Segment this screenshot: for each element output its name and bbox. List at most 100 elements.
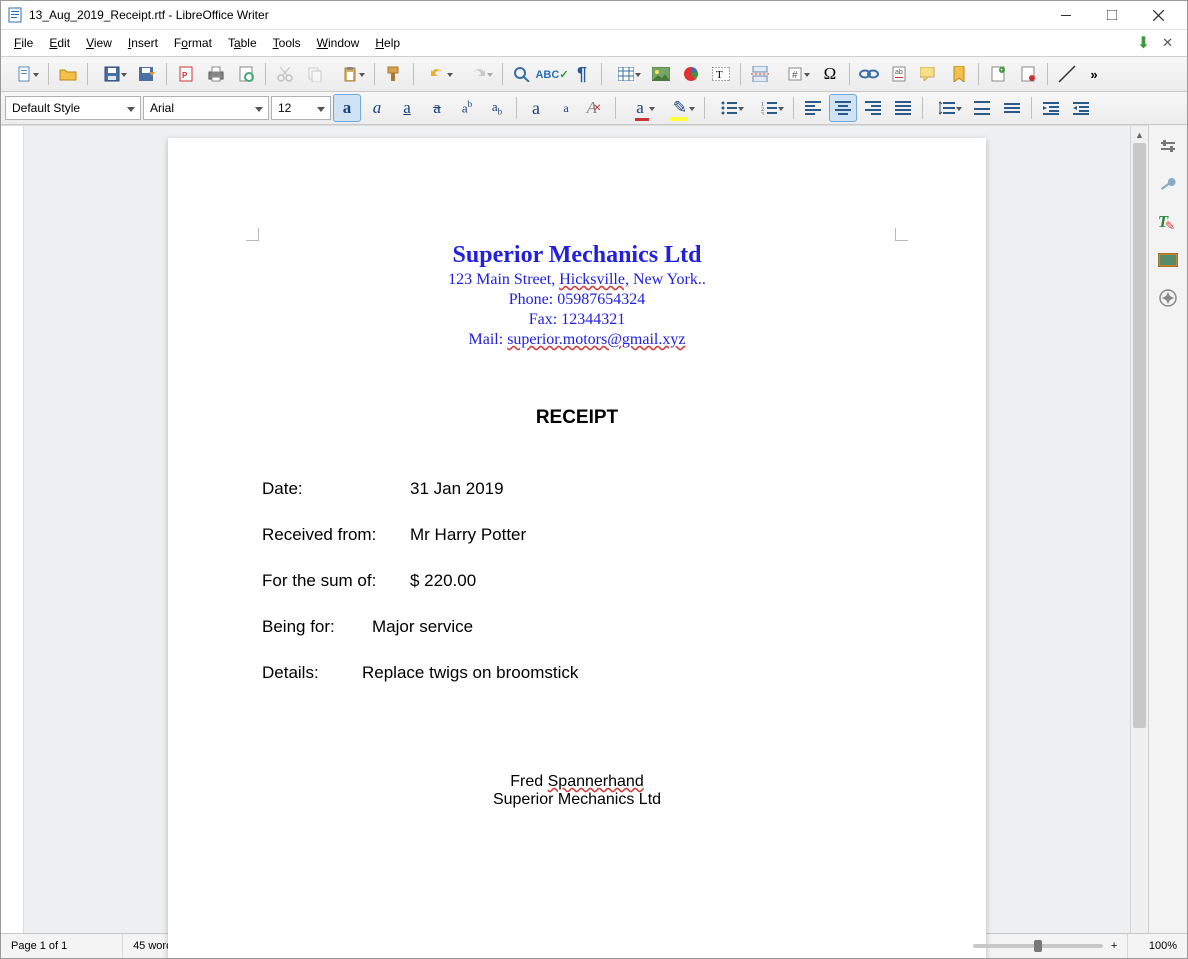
maximize-button[interactable]: [1089, 1, 1135, 29]
strikethrough-button[interactable]: a: [423, 94, 451, 122]
menu-window[interactable]: Window: [310, 33, 367, 53]
paste-button[interactable]: [331, 60, 369, 88]
increase-indent-button[interactable]: [1037, 94, 1065, 122]
hyperlink-button[interactable]: [855, 60, 883, 88]
sidebar-navigator-icon[interactable]: [1153, 283, 1183, 313]
shrink-font-button[interactable]: a: [552, 94, 580, 122]
align-left-button[interactable]: [799, 94, 827, 122]
insert-image-button[interactable]: [647, 60, 675, 88]
menu-insert[interactable]: Insert: [121, 33, 165, 53]
bullet-list-button[interactable]: [710, 94, 748, 122]
align-center-button[interactable]: [829, 94, 857, 122]
line-button[interactable]: [1053, 60, 1081, 88]
sidebar-properties-icon[interactable]: [1153, 169, 1183, 199]
menu-view[interactable]: View: [79, 33, 119, 53]
undo-button[interactable]: [419, 60, 457, 88]
vertical-ruler[interactable]: [1, 126, 24, 959]
formatting-marks-button[interactable]: ¶: [568, 60, 596, 88]
open-button[interactable]: [54, 60, 82, 88]
separator: [1047, 63, 1048, 85]
company-phone[interactable]: Phone: 05987654324: [262, 291, 892, 309]
company-address[interactable]: 123 Main Street, Hicksville, New York..: [262, 271, 892, 289]
sidebar-gallery-icon[interactable]: [1153, 245, 1183, 275]
menu-file[interactable]: File: [7, 33, 40, 53]
company-fax[interactable]: Fax: 12344321: [262, 311, 892, 329]
subscript-button[interactable]: ab: [483, 94, 511, 122]
clear-formatting-button[interactable]: A✕: [582, 94, 610, 122]
zoom-slider-thumb[interactable]: [1034, 940, 1042, 952]
separator: [413, 63, 414, 85]
insert-comment-button[interactable]: [915, 60, 943, 88]
clone-formatting-button[interactable]: [380, 60, 408, 88]
number-list-button[interactable]: 123: [750, 94, 788, 122]
close-button[interactable]: [1135, 1, 1181, 29]
italic-button[interactable]: a: [363, 94, 391, 122]
menu-format[interactable]: Format: [167, 33, 219, 53]
document-area[interactable]: Superior Mechanics Ltd 123 Main Street, …: [24, 126, 1130, 959]
field-row: Details:Replace twigs on broomstick: [262, 663, 892, 683]
decrease-indent-button[interactable]: [1067, 94, 1095, 122]
align-right-button[interactable]: [859, 94, 887, 122]
underline-button[interactable]: a: [393, 94, 421, 122]
scroll-track[interactable]: [1131, 143, 1148, 959]
insert-chart-button[interactable]: [677, 60, 705, 88]
line-spacing-button[interactable]: [928, 94, 966, 122]
separator: [922, 97, 923, 119]
page-break-button[interactable]: [746, 60, 774, 88]
spellcheck-button[interactable]: ABC✓: [538, 60, 566, 88]
superscript-button[interactable]: ab: [453, 94, 481, 122]
print-button[interactable]: [202, 60, 230, 88]
para-space-increase-button[interactable]: [968, 94, 996, 122]
find-replace-button[interactable]: [508, 60, 536, 88]
font-color-button[interactable]: a: [621, 94, 659, 122]
vertical-scrollbar[interactable]: ▲ ▼: [1130, 126, 1148, 959]
separator: [516, 97, 517, 119]
page[interactable]: Superior Mechanics Ltd 123 Main Street, …: [168, 138, 986, 959]
bold-button[interactable]: a: [333, 94, 361, 122]
insert-symbol-button[interactable]: Ω: [816, 60, 844, 88]
insert-field-button[interactable]: #: [776, 60, 814, 88]
menu-table[interactable]: Table: [221, 33, 264, 53]
insert-table-button[interactable]: [607, 60, 645, 88]
close-document-button[interactable]: ✕: [1162, 35, 1173, 51]
editor-column: 1234567891011121314151617 Superior Mecha…: [1, 125, 1148, 933]
save-button[interactable]: [93, 60, 131, 88]
signature-block[interactable]: Fred Spannerhand Superior Mechanics Ltd: [262, 773, 892, 809]
scroll-thumb[interactable]: [1133, 143, 1146, 728]
show-changes-button[interactable]: [1014, 60, 1042, 88]
export-pdf-button[interactable]: P: [172, 60, 200, 88]
cut-button[interactable]: [271, 60, 299, 88]
scroll-up-button[interactable]: ▲: [1131, 126, 1148, 143]
align-justify-button[interactable]: [889, 94, 917, 122]
menu-edit[interactable]: Edit: [42, 33, 77, 53]
separator: [615, 97, 616, 119]
new-button[interactable]: [5, 60, 43, 88]
sidebar-settings-icon[interactable]: [1153, 131, 1183, 161]
font-size-combo[interactable]: 12: [271, 96, 331, 120]
receipt-fields[interactable]: Date:31 Jan 2019 Received from:Mr Harry …: [262, 479, 892, 683]
para-space-decrease-button[interactable]: [998, 94, 1026, 122]
minimize-button[interactable]: [1043, 1, 1089, 29]
insert-textbox-button[interactable]: T: [707, 60, 735, 88]
paragraph-style-combo[interactable]: Default Style: [5, 96, 141, 120]
copy-button[interactable]: [301, 60, 329, 88]
menu-help[interactable]: Help: [368, 33, 407, 53]
font-name-combo[interactable]: Arial: [143, 96, 269, 120]
toolbar-overflow-button[interactable]: »: [1083, 60, 1105, 88]
print-preview-button[interactable]: [232, 60, 260, 88]
company-mail[interactable]: Mail: superior.motors@gmail.xyz: [262, 331, 892, 349]
grow-font-button[interactable]: a: [522, 94, 550, 122]
track-changes-button[interactable]: +: [984, 60, 1012, 88]
separator: [740, 63, 741, 85]
update-icon[interactable]: ⬇: [1137, 33, 1150, 53]
highlight-button[interactable]: ✎: [661, 94, 699, 122]
sidebar-styles-icon[interactable]: T✎: [1153, 207, 1183, 237]
redo-button[interactable]: [459, 60, 497, 88]
save-as-button[interactable]: [133, 60, 161, 88]
receipt-title[interactable]: RECEIPT: [262, 407, 892, 429]
bookmark-button[interactable]: [945, 60, 973, 88]
zoom-slider-track[interactable]: [973, 944, 1103, 948]
footnote-button[interactable]: ab: [885, 60, 913, 88]
menu-tools[interactable]: Tools: [266, 33, 308, 53]
company-name[interactable]: Superior Mechanics Ltd: [262, 242, 892, 269]
